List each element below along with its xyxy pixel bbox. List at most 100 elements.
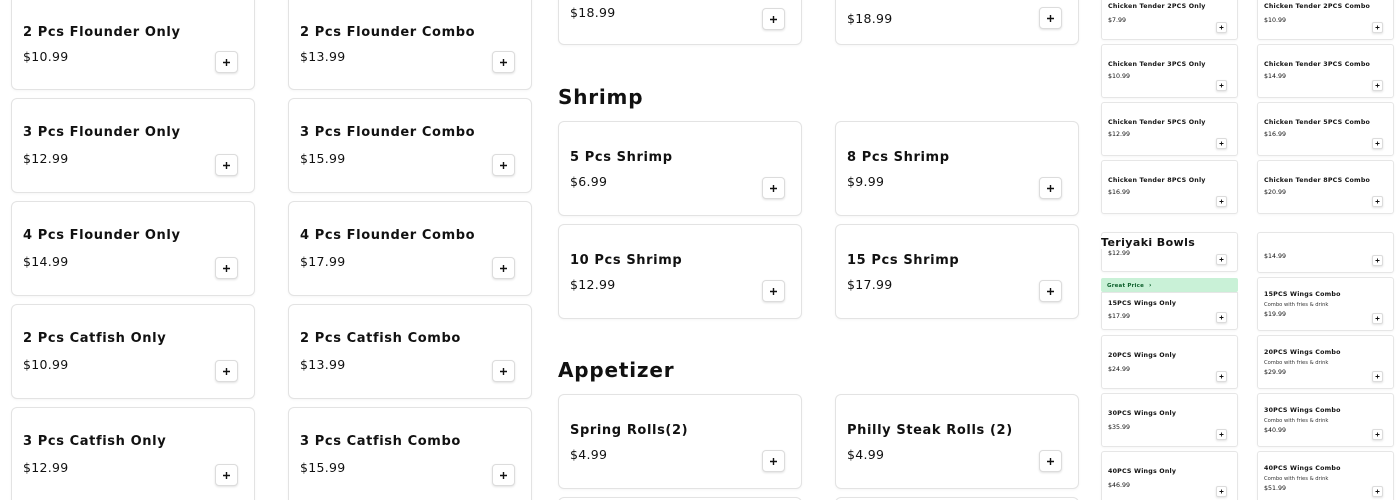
menu-item-card[interactable]: 2 Pcs Flounder Only $10.99	[11, 0, 255, 90]
add-to-cart-button[interactable]	[1216, 22, 1227, 33]
menu-item-card[interactable]: 10 Pcs Shrimp $12.99	[558, 224, 802, 319]
item-description: Combo with fries & drink	[1264, 418, 1329, 424]
item-name: 30PCS Wings Only	[1108, 410, 1177, 417]
chevron-right-icon: ›	[1149, 282, 1152, 289]
menu-item-card[interactable]: Chicken Tender 2PCS Combo $10.99	[1257, 0, 1394, 40]
menu-item-card[interactable]: 20PCS Wings Only $24.99	[1101, 335, 1238, 389]
menu-item-card[interactable]: 40PCS Wings Combo Combo with fries & dri…	[1257, 451, 1394, 500]
plus-icon	[769, 15, 778, 24]
menu-item-card[interactable]: $18.99	[835, 0, 1079, 45]
menu-item-card[interactable]: 8 Pcs Shrimp $9.99	[835, 121, 1079, 216]
menu-item-card[interactable]: 3 Pcs Flounder Only $12.99	[11, 98, 255, 193]
item-name: 2 Pcs Flounder Combo	[300, 25, 476, 40]
item-name: 3 Pcs Flounder Combo	[300, 125, 476, 140]
add-to-cart-button[interactable]	[1372, 22, 1383, 33]
item-price: $12.99	[1108, 131, 1131, 138]
add-to-cart-button[interactable]	[1372, 371, 1383, 382]
add-to-cart-button[interactable]	[762, 177, 785, 199]
add-to-cart-button[interactable]	[1216, 371, 1227, 382]
item-price: $10.99	[1264, 17, 1287, 24]
item-name: Chicken Tender 5PCS Combo	[1264, 119, 1371, 126]
item-price: $24.99	[1108, 366, 1131, 373]
menu-item-card[interactable]: Chicken Tender 3PCS Combo $14.99	[1257, 44, 1394, 98]
add-to-cart-button[interactable]	[762, 450, 785, 472]
menu-item-card[interactable]: 3 Pcs Catfish Only $12.99	[11, 407, 255, 500]
menu-item-card[interactable]: 2 Pcs Catfish Combo $13.99	[288, 304, 532, 399]
menu-item-card[interactable]: 2 Pcs Catfish Only $10.99	[11, 304, 255, 399]
add-to-cart-button[interactable]	[1372, 80, 1383, 91]
section-title-appetizer: Appetizer	[558, 358, 675, 382]
add-to-cart-button[interactable]	[215, 257, 238, 279]
item-price: $12.99	[570, 277, 616, 292]
add-to-cart-button[interactable]	[1039, 450, 1062, 472]
plus-icon	[1219, 374, 1224, 379]
item-price: $29.99	[1264, 369, 1287, 376]
plus-icon	[1219, 141, 1224, 146]
item-price: $17.99	[1108, 313, 1131, 320]
add-to-cart-button[interactable]	[1216, 429, 1227, 440]
plus-icon	[222, 471, 231, 480]
plus-icon	[1219, 25, 1224, 30]
menu-item-card[interactable]: 4 Pcs Flounder Only $14.99	[11, 201, 255, 296]
menu-item-card[interactable]: 20PCS Wings Combo Combo with fries & dri…	[1257, 335, 1394, 389]
add-to-cart-button[interactable]	[215, 464, 238, 486]
menu-item-card[interactable]: $18.99	[558, 0, 802, 45]
add-to-cart-button[interactable]	[215, 154, 238, 176]
menu-item-card[interactable]: Chicken Tender 5PCS Only $12.99	[1101, 102, 1238, 156]
add-to-cart-button[interactable]	[1372, 486, 1383, 497]
menu-item-card[interactable]: Chicken Tender 3PCS Only $10.99	[1101, 44, 1238, 98]
menu-item-card[interactable]: Philly Steak Rolls (2) $4.99	[835, 394, 1079, 489]
add-to-cart-button[interactable]	[1216, 196, 1227, 207]
add-to-cart-button[interactable]	[1372, 196, 1383, 207]
section-title-shrimp: Shrimp	[558, 85, 644, 109]
add-to-cart-button[interactable]	[1039, 177, 1062, 199]
menu-item-card[interactable]: Chicken Tender 2PCS Only $7.99	[1101, 0, 1238, 40]
item-name: 15PCS Wings Only	[1108, 300, 1177, 307]
add-to-cart-button[interactable]	[492, 51, 515, 73]
menu-item-card[interactable]: 30PCS Wings Only $35.99	[1101, 393, 1238, 447]
plus-icon	[1046, 184, 1055, 193]
add-to-cart-button[interactable]	[1039, 280, 1062, 302]
menu-item-card[interactable]: Spring Rolls(2) $4.99	[558, 394, 802, 489]
item-price: $40.99	[1264, 427, 1287, 434]
add-to-cart-button[interactable]	[492, 154, 515, 176]
add-to-cart-button[interactable]	[215, 51, 238, 73]
add-to-cart-button[interactable]	[1372, 138, 1383, 149]
add-to-cart-button[interactable]	[492, 360, 515, 382]
item-price: $12.99	[23, 151, 69, 166]
item-description: Combo with fries & drink	[1264, 360, 1329, 366]
add-to-cart-button[interactable]	[215, 360, 238, 382]
add-to-cart-button[interactable]	[1216, 254, 1227, 265]
item-price: $10.99	[1108, 73, 1131, 80]
menu-item-card[interactable]: Chicken Tender 5PCS Combo $16.99	[1257, 102, 1394, 156]
menu-item-card[interactable]: 15PCS Wings Combo Combo with fries & dri…	[1257, 277, 1394, 331]
menu-item-card[interactable]: 15 Pcs Shrimp $17.99	[835, 224, 1079, 319]
add-to-cart-button[interactable]	[1216, 138, 1227, 149]
menu-item-card[interactable]: Chicken Tender 8PCS Combo $20.99	[1257, 160, 1394, 214]
add-to-cart-button[interactable]	[1216, 312, 1227, 323]
add-to-cart-button[interactable]	[762, 280, 785, 302]
menu-item-card[interactable]: 15PCS Wings Only $17.99	[1101, 292, 1238, 330]
menu-item-card[interactable]: 3 Pcs Flounder Combo $15.99	[288, 98, 532, 193]
plus-icon	[1219, 83, 1224, 88]
menu-item-card[interactable]: 2 Pcs Flounder Combo $13.99	[288, 0, 532, 90]
add-to-cart-button[interactable]	[762, 8, 785, 30]
item-price: $9.99	[847, 174, 885, 189]
menu-item-card[interactable]: $14.99	[1257, 232, 1394, 273]
menu-item-card[interactable]: Chicken Tender 8PCS Only $16.99	[1101, 160, 1238, 214]
add-to-cart-button[interactable]	[1372, 255, 1383, 266]
menu-item-card[interactable]: 30PCS Wings Combo Combo with fries & dri…	[1257, 393, 1394, 447]
add-to-cart-button[interactable]	[1216, 486, 1227, 497]
add-to-cart-button[interactable]	[492, 257, 515, 279]
item-name: 4 Pcs Flounder Combo	[300, 228, 476, 243]
add-to-cart-button[interactable]	[1216, 80, 1227, 91]
add-to-cart-button[interactable]	[1372, 429, 1383, 440]
add-to-cart-button[interactable]	[1039, 7, 1062, 29]
menu-item-card[interactable]: 5 Pcs Shrimp $6.99	[558, 121, 802, 216]
menu-item-card[interactable]: 40PCS Wings Only $46.99	[1101, 451, 1238, 500]
add-to-cart-button[interactable]	[1372, 313, 1383, 324]
menu-item-card[interactable]: 3 Pcs Catfish Combo $15.99	[288, 407, 532, 500]
menu-item-card[interactable]: 4 Pcs Flounder Combo $17.99	[288, 201, 532, 296]
great-price-badge[interactable]: Great Price ›	[1101, 278, 1238, 292]
add-to-cart-button[interactable]	[492, 464, 515, 486]
